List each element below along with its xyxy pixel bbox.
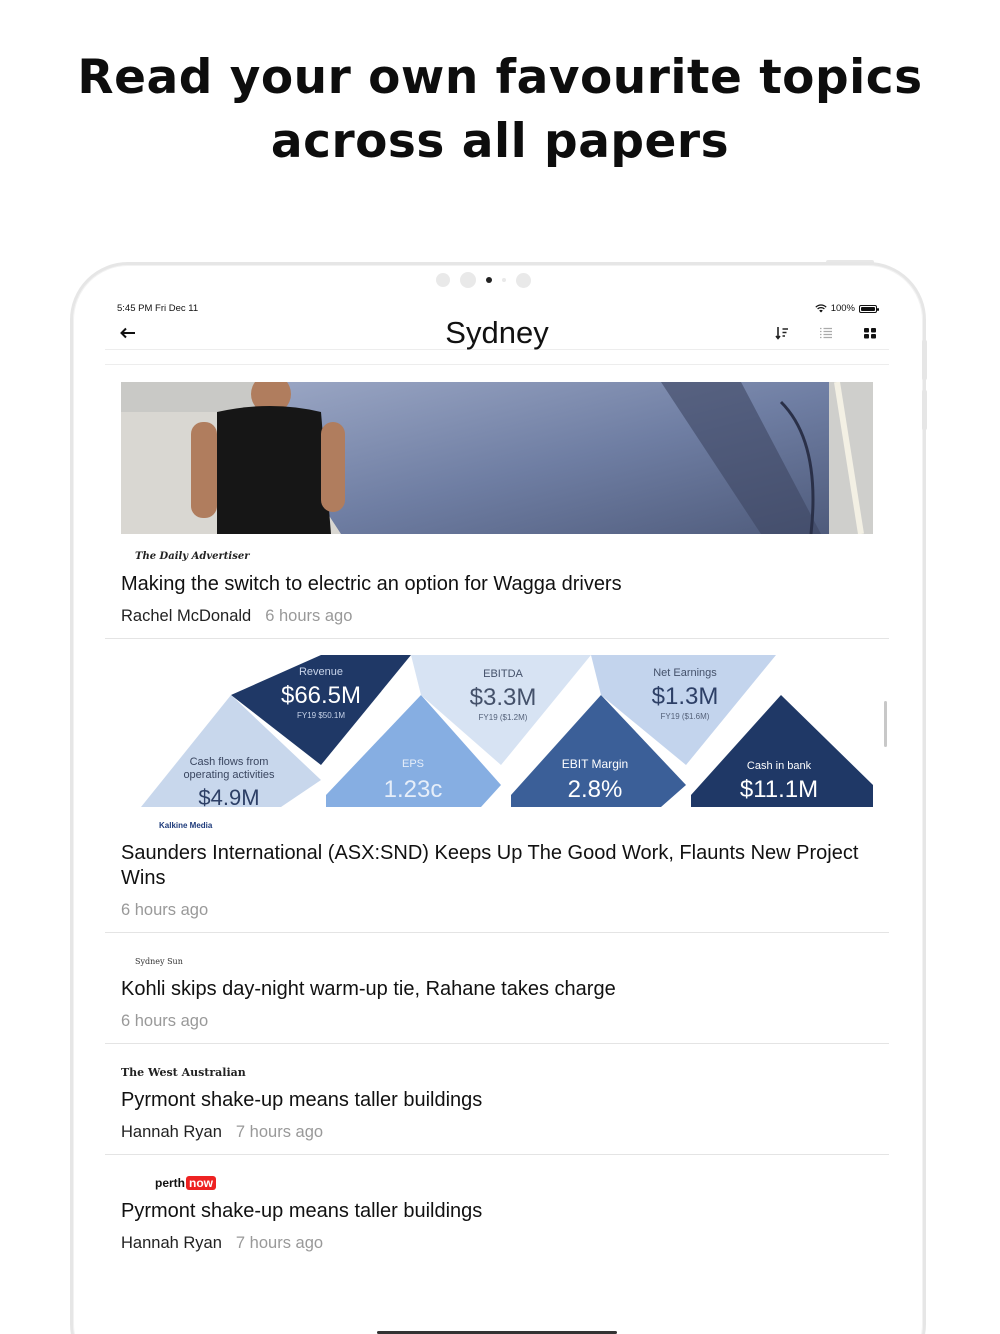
article-time: 6 hours ago: [121, 901, 209, 919]
camera-dots: [436, 272, 531, 288]
article-card[interactable]: Revenue $66.5M FY19 $50.1M EBITDA $3.3M …: [105, 639, 889, 933]
article-image: Revenue $66.5M FY19 $50.1M EBITDA $3.3M …: [121, 655, 873, 807]
article-meta: Rachel McDonald 6 hours ago: [121, 607, 873, 638]
infographic-revenue-label: Revenue: [299, 666, 343, 678]
article-title[interactable]: Pyrmont shake-up means taller buildings: [121, 1088, 873, 1113]
infographic-ebitda-value: $3.3M: [470, 684, 537, 711]
infographic-cashflow-value: $4.9M: [198, 785, 259, 807]
article-feed: The Daily Advertiser Making the switch t…: [105, 364, 889, 1265]
source-logo-perthnow: perth now: [121, 1173, 873, 1193]
article-time: 6 hours ago: [265, 607, 353, 625]
article-author: Rachel McDonald: [121, 607, 252, 625]
status-time: 5:45 PM Fri Dec 11: [117, 303, 199, 314]
article-author: Hannah Ryan: [121, 1234, 222, 1252]
article-card[interactable]: The Daily Advertiser Making the switch t…: [105, 364, 889, 639]
infographic-cashflow-label-1: Cash flows from: [190, 756, 269, 768]
article-title[interactable]: Saunders International (ASX:SND) Keeps U…: [121, 841, 873, 891]
article-card[interactable]: The West Australian Pyrmont shake-up mea…: [105, 1044, 889, 1155]
article-card[interactable]: Sydney Sun Kohli skips day-night warm-up…: [105, 933, 889, 1044]
scrollbar[interactable]: [884, 701, 887, 747]
infographic-ebit-value: 2.8%: [568, 776, 623, 803]
device-volume-down: [922, 390, 927, 430]
infographic-eps-value: 1.23c: [384, 776, 443, 803]
infographic-ebit-label: EBIT Margin: [562, 757, 628, 771]
infographic-net-label: Net Earnings: [653, 667, 717, 679]
promo-headline: Read your own favourite topics across al…: [77, 50, 923, 169]
article-meta: 6 hours ago: [121, 901, 873, 932]
article-title[interactable]: Pyrmont shake-up means taller buildings: [121, 1199, 873, 1224]
infographic-ebitda-sub: FY19 ($1.2M): [479, 713, 528, 722]
battery-percent: 100%: [830, 303, 855, 314]
infographic-cashflow-label-2: operating activities: [183, 769, 275, 781]
list-view-icon[interactable]: [819, 326, 833, 340]
source-logo-daily-advertiser: The Daily Advertiser: [135, 550, 250, 562]
article-title[interactable]: Making the switch to electric an option …: [121, 572, 873, 597]
infographic-ebitda-label: EBITDA: [483, 668, 523, 680]
nav-bar: Sydney: [105, 316, 889, 350]
article-time: 6 hours ago: [121, 1012, 209, 1030]
battery-icon: [859, 304, 879, 313]
article-meta: 6 hours ago: [121, 1012, 873, 1043]
infographic-net-value: $1.3M: [652, 683, 719, 710]
grid-view-icon[interactable]: [863, 326, 877, 340]
infographic-revenue-sub: FY19 $50.1M: [297, 711, 345, 720]
article-author: Hannah Ryan: [121, 1123, 222, 1141]
article-meta: Hannah Ryan 7 hours ago: [121, 1123, 873, 1154]
source-logo-sydney-sun: Sydney Sun: [135, 956, 183, 966]
article-time: 7 hours ago: [235, 1234, 324, 1252]
source-logo-west-australian: The West Australian: [121, 1065, 246, 1079]
article-time: 7 hours ago: [235, 1123, 324, 1141]
article-meta: Hannah Ryan 7 hours ago: [121, 1234, 873, 1265]
view-toolbar: [775, 326, 877, 340]
source-logo-kalkine: Kalkine Media: [159, 820, 213, 830]
infographic-bank-label: Cash in bank: [747, 760, 812, 772]
device-volume-up: [922, 340, 927, 380]
wifi-icon: [815, 304, 827, 313]
article-image: [121, 382, 873, 534]
sort-icon[interactable]: [775, 326, 789, 340]
app-screen: 5:45 PM Fri Dec 11 100% Sydney The Daily…: [105, 298, 889, 1334]
infographic-eps-label: EPS: [402, 758, 424, 770]
article-card[interactable]: perth now Pyrmont shake-up means taller b…: [105, 1155, 889, 1265]
infographic-net-sub: FY19 ($1.6M): [661, 712, 710, 721]
article-title[interactable]: Kohli skips day-night warm-up tie, Rahan…: [121, 977, 873, 1002]
infographic-bank-value: $11.1M: [740, 776, 818, 803]
page-title: Sydney: [445, 315, 549, 350]
infographic-revenue-value: $66.5M: [281, 682, 361, 709]
